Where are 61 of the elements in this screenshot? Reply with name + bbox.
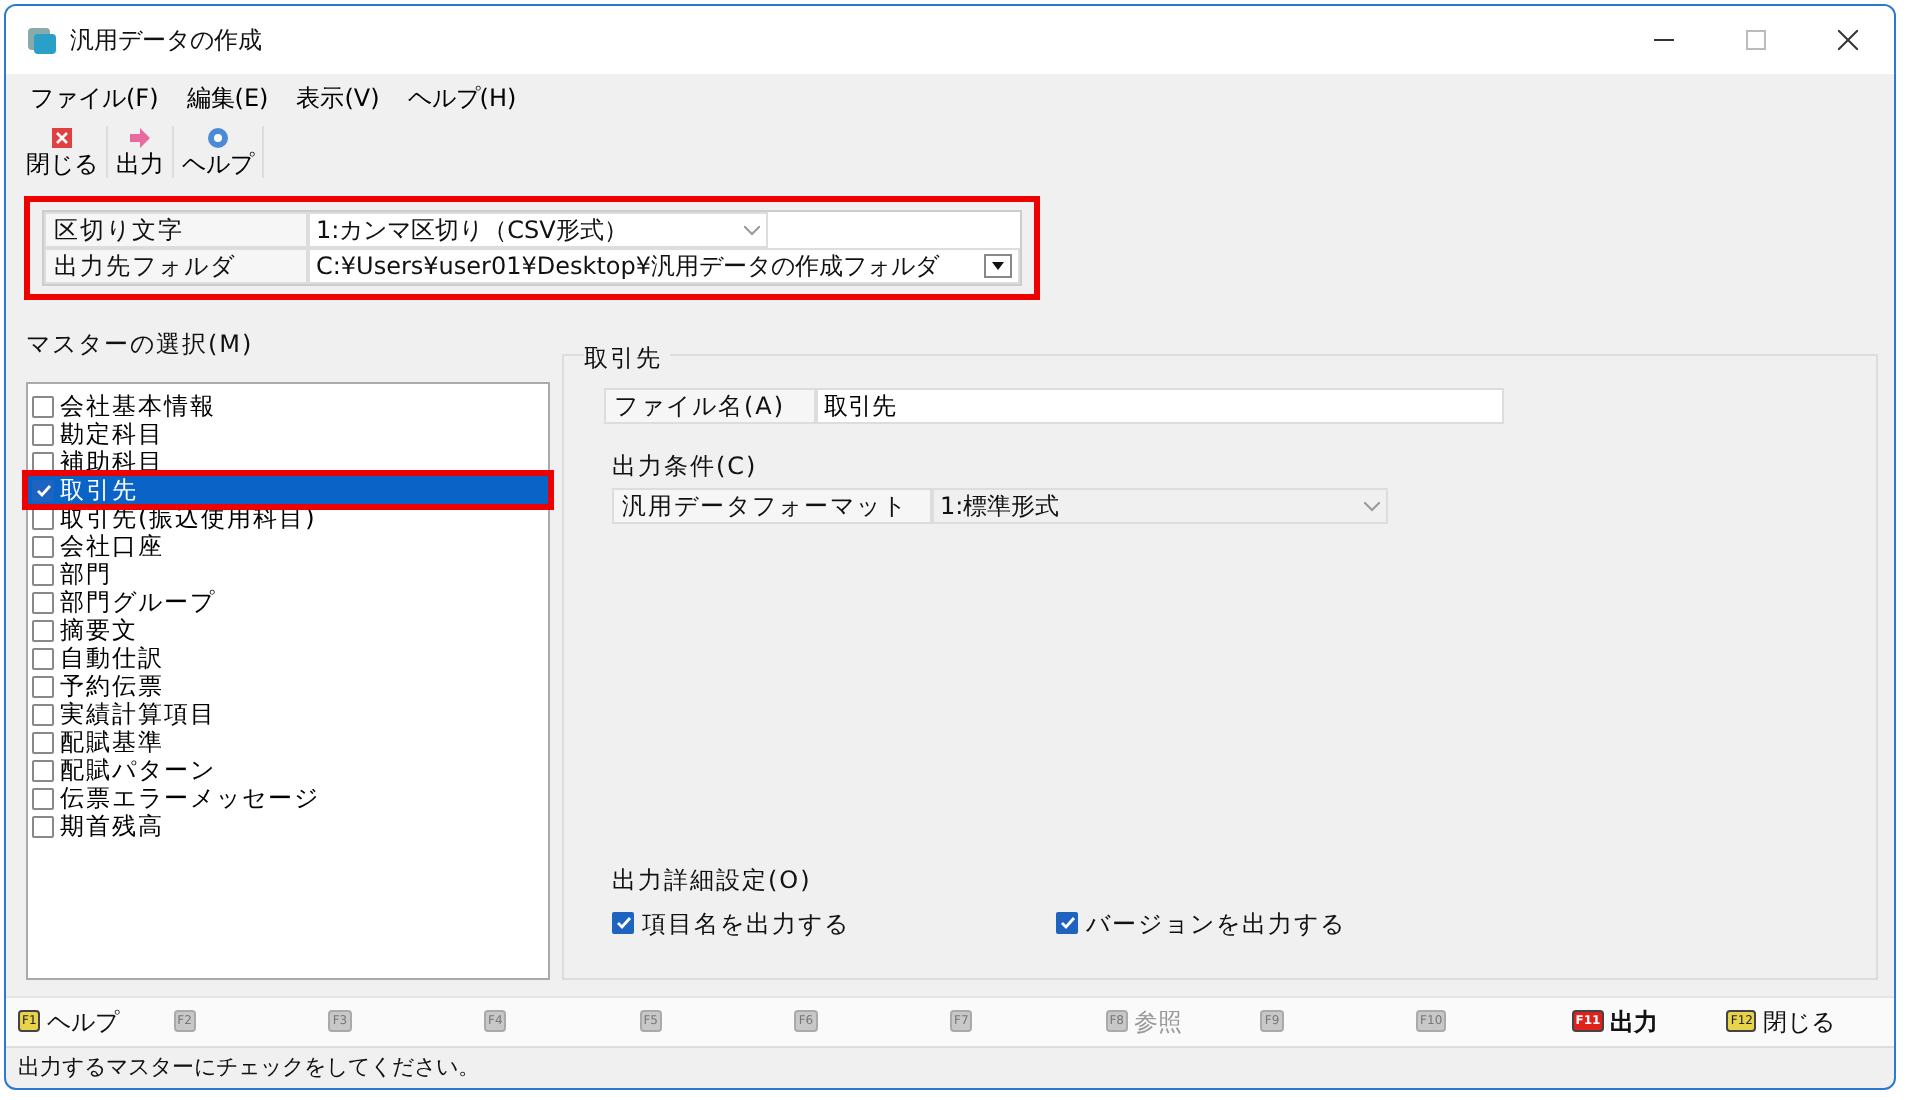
format-dropdown[interactable]: 1:標準形式 bbox=[932, 488, 1388, 525]
group-title: 出力条件(C) bbox=[612, 452, 758, 481]
close-icon bbox=[50, 126, 74, 150]
checkbox[interactable] bbox=[32, 731, 54, 754]
status-text: 出力するマスターにチェックをしてください。 bbox=[16, 1051, 482, 1083]
checkbox[interactable] bbox=[32, 535, 54, 558]
list-item[interactable]: 配賦パターン bbox=[28, 756, 548, 785]
checkbox[interactable] bbox=[32, 479, 54, 502]
checkbox[interactable] bbox=[32, 619, 54, 642]
checkbox[interactable] bbox=[612, 912, 634, 934]
list-item[interactable]: 勘定科目 bbox=[28, 420, 548, 449]
menu-item[interactable]: ヘルプ(H) bbox=[407, 80, 517, 116]
checkbox[interactable] bbox=[32, 675, 54, 698]
list-item[interactable]: 部門 bbox=[28, 560, 548, 589]
checkbox-option[interactable]: バージョンを出力する bbox=[1056, 905, 1500, 941]
caret-icon bbox=[984, 254, 1012, 279]
field-label: 区切り文字 bbox=[44, 212, 308, 249]
group-title: 出力詳細設定(O) bbox=[612, 865, 812, 893]
list-item[interactable]: 予約伝票 bbox=[28, 672, 548, 701]
output-tool-button[interactable]: 出力 bbox=[108, 126, 174, 179]
window-title: 汎用データの作成 bbox=[70, 24, 262, 58]
list-item[interactable]: 配賦基準 bbox=[28, 728, 548, 757]
caret-icon bbox=[1364, 501, 1380, 512]
checkbox-option[interactable]: 項目名を出力する bbox=[612, 905, 1056, 941]
checkbox[interactable] bbox=[32, 787, 54, 810]
checkbox[interactable] bbox=[32, 423, 54, 446]
checkbox[interactable] bbox=[32, 591, 54, 614]
checkbox[interactable] bbox=[32, 451, 54, 474]
app-icon bbox=[26, 24, 58, 56]
caret-icon bbox=[744, 225, 760, 236]
close-icon bbox=[1838, 30, 1858, 50]
field-label: 出力先フォルダ bbox=[44, 248, 308, 285]
field-label: 汎用データフォーマット bbox=[612, 488, 932, 525]
menu-item[interactable]: 編集(E) bbox=[186, 80, 269, 116]
checkbox[interactable] bbox=[32, 759, 54, 782]
checkbox[interactable] bbox=[32, 563, 54, 586]
checkbox[interactable] bbox=[32, 815, 54, 838]
menu-item[interactable]: 表示(V) bbox=[296, 80, 380, 116]
list-item[interactable]: 会社口座 bbox=[28, 532, 548, 561]
folder-field[interactable]: C:¥Users¥user01¥Desktop¥汎用データの作成フォルダ bbox=[308, 248, 1020, 285]
list-item[interactable]: 部門グループ bbox=[28, 588, 548, 617]
checkbox[interactable] bbox=[1056, 912, 1078, 934]
maximize-icon bbox=[1746, 30, 1766, 50]
delimiter-dropdown[interactable]: 1:カンマ区切り（CSV形式） bbox=[308, 212, 768, 249]
list-item[interactable]: 伝票エラーメッセージ bbox=[28, 784, 548, 813]
close-tool-button[interactable]: 閉じる bbox=[18, 126, 108, 179]
list-item[interactable]: 自動仕訳 bbox=[28, 644, 548, 673]
list-item[interactable]: 摘要文 bbox=[28, 616, 548, 645]
group-title: マスターの選択(M) bbox=[26, 328, 256, 363]
checkbox[interactable] bbox=[32, 703, 54, 726]
checkbox[interactable] bbox=[32, 647, 54, 670]
list-item[interactable]: 実績計算項目 bbox=[28, 700, 548, 729]
field-label: ファイル名(A) bbox=[604, 388, 816, 425]
list-item[interactable]: 期首残高 bbox=[28, 812, 548, 841]
list-item[interactable]: 取引先 bbox=[28, 476, 548, 505]
list-item[interactable]: 会社基本情報 bbox=[28, 392, 548, 421]
help-tool-button[interactable]: ヘルプ bbox=[174, 126, 264, 179]
checkbox[interactable] bbox=[32, 395, 54, 418]
file-name-field[interactable]: 取引先 bbox=[816, 388, 1504, 425]
arrow-icon bbox=[128, 126, 152, 150]
menu-item[interactable]: ファイル(F) bbox=[30, 80, 159, 116]
